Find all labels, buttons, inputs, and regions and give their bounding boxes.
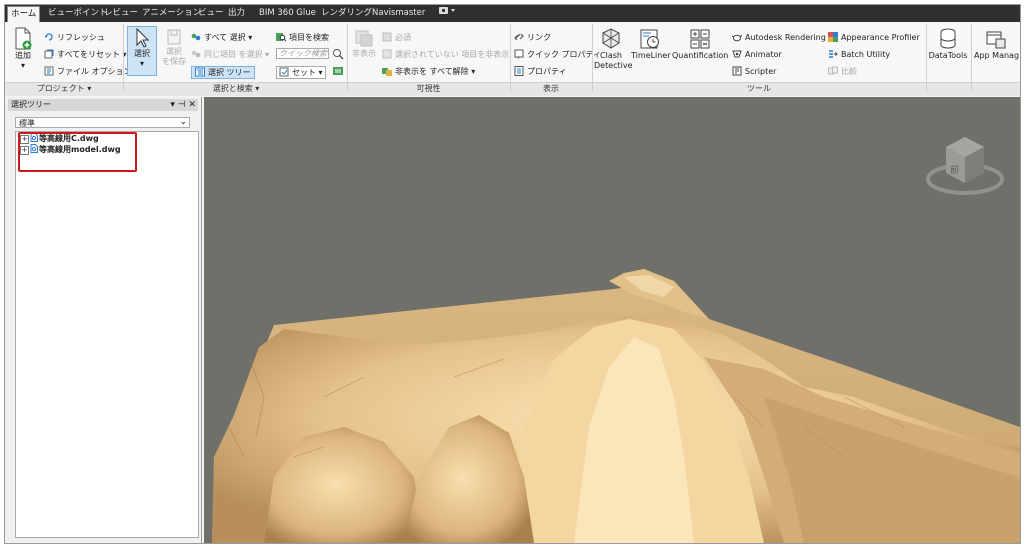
hide-icon [355,30,373,47]
terrain-model [212,269,1020,543]
tab-rendering[interactable]: レンダリング [318,6,375,21]
database-icon [940,28,956,49]
viewcube-icon [926,137,1004,195]
select-all-icon [191,33,201,41]
sets-manage-icon[interactable] [332,65,344,80]
close-icon[interactable]: ✕ [188,100,196,110]
sets-dropdown[interactable]: セット ▾ [276,66,326,79]
3d-viewport[interactable]: 前 [204,97,1020,543]
cursor-arrow-icon [136,27,150,48]
timeliner-icon [640,29,659,49]
panel-title-tools[interactable]: ツール [592,83,926,95]
reset-icon [44,49,54,59]
quick-properties-icon [514,49,524,59]
link-icon [514,33,524,41]
panel-title-visibility[interactable]: 可視性 [347,83,510,95]
selection-tree: + 等高線用C.dwg + 等高線用model.dwg [15,131,199,538]
highlight-annotation [18,132,137,172]
selection-tree-button[interactable]: 選択 ツリー [191,66,255,79]
tab-review[interactable]: レビュー [101,6,141,21]
quantification-button[interactable]: Quantification [672,27,728,61]
batch-utility-button[interactable]: Batch Utility [828,49,890,60]
refresh-button[interactable]: リフレッシュ [44,32,105,43]
hide-unselected-icon [382,49,392,59]
find-items-icon [276,33,286,42]
require-button[interactable]: 必須 [382,32,411,43]
rendering-teapot-icon [732,34,742,42]
clash-detective-icon [602,28,620,49]
reset-all-button[interactable]: すべてをリセット ▾ [44,49,127,60]
save-selection-icon [167,29,181,45]
autodesk-rendering-button[interactable]: Autodesk Rendering [732,32,826,43]
ribbon: 追加 ▾ リフレッシュ すべてをリセット ▾ ファイル オプション プロジェクト … [5,22,1020,96]
panel-menu-icon[interactable]: ▾ [170,100,175,110]
select-same-button[interactable]: 同じ項目 を選択 ▾ [191,49,269,60]
quick-properties-button[interactable]: クイック プロパティ [514,49,601,60]
tab-navismaster[interactable]: Navismaster [369,6,428,21]
unhide-all-icon [382,68,392,76]
viewcube[interactable]: 前 [924,127,1006,197]
refresh-icon [44,33,53,41]
viewcube-face-label: 前 [950,166,960,176]
ribbon-tab-strip: ホーム ビューポイント レビュー アニメーション ビュー 出力 BIM 360 … [5,5,1020,22]
tab-view[interactable]: ビュー [195,6,227,21]
links-button[interactable]: リンク [514,32,551,43]
find-items-button[interactable]: 項目を検索 [276,32,329,43]
panel-title-project[interactable]: プロジェクト ▾ [5,83,123,95]
tab-output[interactable]: 出力 [225,6,248,21]
app-manager-button[interactable]: App Manag [974,27,1020,61]
selection-tree-icon [195,67,205,77]
tree-mode-dropdown[interactable]: 標準 ⌄ [15,117,190,128]
require-icon [382,32,392,42]
hide-button[interactable]: 非表示 [350,27,378,59]
select-same-icon [191,50,201,58]
compare-button[interactable]: 比較 [828,66,857,77]
panel-title-display[interactable]: 表示 [510,83,592,95]
select-button[interactable]: 選択 ▾ [127,26,157,76]
quantification-icon [690,29,710,49]
scripter-button[interactable]: Scripter [732,66,776,77]
navisworks-window: ホーム ビューポイント レビュー アニメーション ビュー 出力 BIM 360 … [4,4,1021,544]
animator-icon [732,50,742,58]
chevron-down-icon: ⌄ [179,117,187,127]
properties-icon [514,66,524,76]
app-manager-icon [986,31,1006,49]
scripter-icon [732,66,742,76]
animator-button[interactable]: Animator [732,49,782,60]
file-options-button[interactable]: ファイル オプション [44,66,132,77]
appearance-profiler-icon [828,32,838,42]
select-all-button[interactable]: すべて 選択 ▾ [191,32,252,43]
batch-utility-icon [829,50,838,58]
save-selection-button[interactable]: 選択 を保存 [161,27,187,67]
hide-unselected-button[interactable]: 選択されていない 項目を非表示 [382,49,509,60]
sets-icon [279,67,289,77]
appearance-profiler-button[interactable]: Appearance Profiler [828,32,920,43]
tab-bim360-glue[interactable]: BIM 360 Glue [256,6,319,21]
datatools-button[interactable]: DataTools [928,27,968,61]
add-file-icon [15,27,32,50]
file-options-icon [44,66,54,76]
ribbon-options-icon[interactable] [435,6,459,21]
quick-find-input[interactable]: クイック検索 [276,48,329,59]
pin-icon[interactable]: ⊣ [178,100,186,110]
selection-tree-titlebar: 選択ツリー ▾ ⊣ ✕ [8,99,198,111]
quick-find-search-icon[interactable] [332,48,344,63]
properties-button[interactable]: プロパティ [514,66,567,77]
tab-home[interactable]: ホーム [7,6,41,22]
clash-detective-button[interactable]: Clash Detective [594,27,633,71]
timeliner-button[interactable]: TimeLiner [631,27,671,61]
compare-icon [828,66,838,75]
panel-title-select-search[interactable]: 選択と検索 ▾ [125,83,347,95]
add-button[interactable]: 追加 ▾ [12,27,34,71]
unhide-all-button[interactable]: 非表示を すべて解除 ▾ [382,66,475,77]
